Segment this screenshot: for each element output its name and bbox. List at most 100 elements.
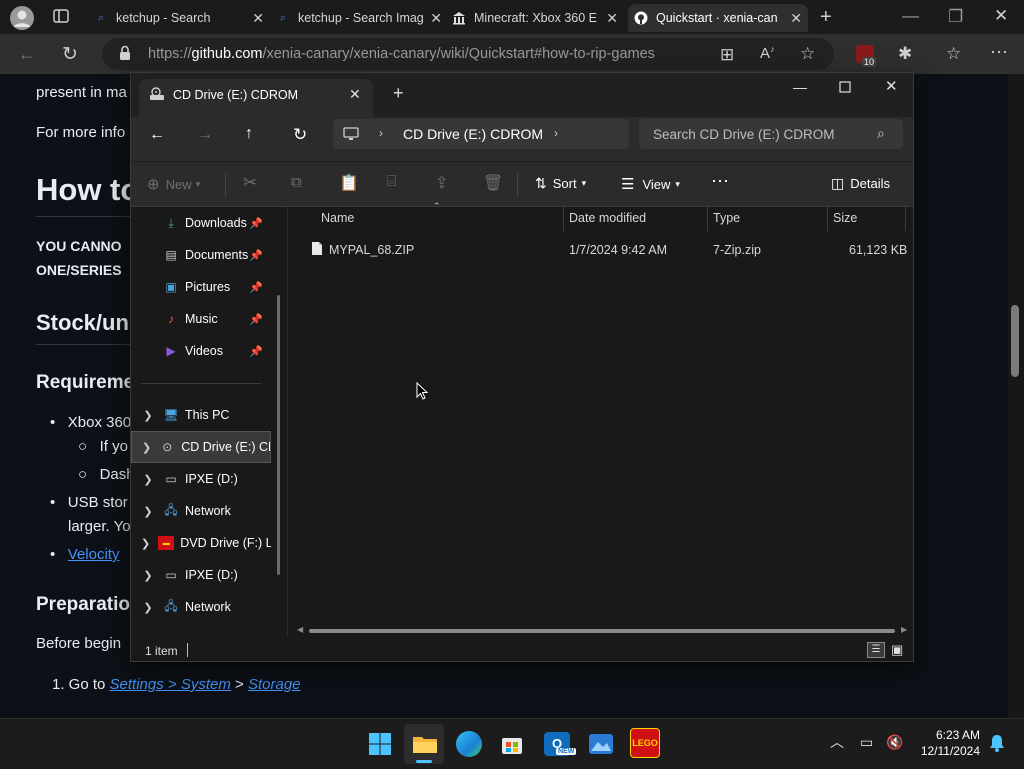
storage-link[interactable]: Storage (248, 676, 301, 693)
new-button[interactable]: ⊕ New ▾ (147, 175, 200, 193)
chevron-right-icon[interactable]: ❯ (141, 409, 155, 422)
nav-item-this-pc[interactable]: ❯ 🖥 This PC (131, 399, 271, 431)
lego-app-icon[interactable]: LEGO (630, 728, 660, 758)
nav-item-music[interactable]: ♪ Music 📌 (131, 303, 271, 335)
nav-item-downloads[interactable]: ⤓ Downloads 📌 (131, 207, 271, 239)
search-icon[interactable]: ⌕ (877, 125, 885, 142)
nav-item-documents[interactable]: ▤ Documents 📌 (131, 239, 271, 271)
nav-pane-scrollbar[interactable] (277, 295, 280, 575)
chevron-right-icon[interactable]: ❯ (141, 505, 155, 518)
nav-item-videos[interactable]: ▶ Videos 📌 (131, 335, 271, 367)
close-icon[interactable]: ✕ (600, 10, 624, 27)
favorites-icon[interactable]: ☆ (946, 44, 961, 64)
pin-icon[interactable]: 📌 (249, 281, 263, 294)
breadcrumb-current[interactable]: CD Drive (E:) CDROM (403, 126, 543, 142)
nav-item-cd-drive[interactable]: ❯ ⊙ CD Drive (E:) CDROM (131, 431, 271, 463)
nav-item-network[interactable]: ❯ 🖧 Network (131, 495, 271, 527)
minimize-button[interactable]: — (793, 79, 807, 95)
new-tab-button[interactable]: + (393, 83, 404, 104)
pen-menu-icon[interactable]: ▭ (860, 734, 873, 751)
delete-icon[interactable]: 🗑 (483, 173, 503, 193)
column-header-type[interactable]: Type (713, 211, 740, 225)
view-button[interactable]: ☰ View ▾ (621, 175, 680, 193)
close-window-button[interactable]: ✕ (885, 77, 898, 95)
read-aloud-icon[interactable]: A♪ (760, 44, 775, 62)
column-separator[interactable] (563, 205, 564, 231)
rename-icon[interactable]: ⌸ (387, 173, 397, 191)
volume-muted-icon[interactable]: 🔇 (886, 734, 903, 751)
forward-arrow-icon[interactable]: → (197, 126, 213, 144)
chevron-right-icon[interactable]: ❯ (141, 537, 150, 550)
refresh-icon[interactable]: ↻ (293, 125, 307, 145)
chevron-right-icon[interactable]: ❯ (141, 569, 155, 582)
pane-divider[interactable] (287, 207, 288, 637)
clock-time[interactable]: 6:23 AM (912, 728, 980, 742)
velocity-link[interactable]: Velocity (68, 546, 120, 563)
column-separator[interactable] (707, 205, 708, 231)
chevron-right-icon[interactable]: ❯ (141, 473, 155, 486)
store-icon[interactable] (500, 732, 524, 761)
pin-icon[interactable]: 📌 (249, 313, 263, 326)
cut-icon[interactable]: ✂ (243, 173, 257, 193)
close-window-button[interactable]: ✕ (994, 6, 1008, 26)
details-view-icon[interactable]: ☰ (867, 642, 885, 658)
nav-item-ipxe[interactable]: ❯ ▭ IPXE (D:) (131, 463, 271, 495)
scroll-left-icon[interactable]: ◀ (297, 625, 303, 634)
favorite-star-icon[interactable]: ☆ (800, 44, 815, 64)
nav-item-network[interactable]: ❯ 🖧 Network (131, 591, 271, 623)
column-separator[interactable] (827, 205, 828, 231)
chevron-right-icon[interactable]: › (379, 126, 383, 140)
minimize-button[interactable]: — (902, 6, 919, 26)
sort-button[interactable]: ⇅ Sort ▾ (535, 175, 586, 192)
more-options-icon[interactable]: ⋯ (711, 171, 729, 192)
browser-tab-active[interactable]: Quickstart · xenia-can ✕ (628, 4, 808, 32)
file-name[interactable]: MYPAL_68.ZIP (329, 243, 414, 257)
details-button[interactable]: ◫ Details (831, 175, 890, 192)
column-header-name[interactable]: Name (321, 211, 354, 225)
profile-avatar[interactable] (10, 6, 34, 30)
refresh-icon[interactable]: ↻ (62, 43, 78, 66)
paste-icon[interactable]: 📋 (339, 173, 359, 193)
large-icons-view-icon[interactable]: ▣ (891, 642, 903, 658)
clock-date[interactable]: 12/11/2024 (906, 744, 980, 758)
chevron-right-icon[interactable]: ❯ (142, 441, 151, 454)
back-arrow-icon[interactable]: ← (149, 126, 165, 144)
tab-actions-icon[interactable] (52, 7, 70, 30)
horizontal-scrollbar-thumb[interactable] (309, 629, 895, 633)
settings-system-link[interactable]: Settings > System (110, 676, 231, 693)
nav-item-pictures[interactable]: ▣ Pictures 📌 (131, 271, 271, 303)
back-icon[interactable]: ← (18, 44, 36, 65)
photos-icon[interactable] (588, 733, 614, 760)
close-icon[interactable]: ✕ (424, 10, 448, 27)
browser-tab[interactable]: ⌕ ketchup - Search ✕ (94, 4, 270, 32)
close-icon[interactable]: ✕ (784, 10, 808, 27)
close-icon[interactable]: ✕ (246, 10, 270, 27)
browser-tab[interactable]: Minecraft: Xbox 360 E ✕ (452, 4, 624, 32)
close-tab-icon[interactable]: ✕ (349, 86, 361, 103)
pin-icon[interactable]: 📌 (249, 249, 263, 262)
pin-icon[interactable]: 📌 (249, 345, 263, 358)
browser-tab[interactable]: ⌕ ketchup - Search Imag ✕ (276, 4, 448, 32)
column-header-date[interactable]: Date modified (569, 211, 646, 225)
maximize-button[interactable] (839, 77, 851, 98)
app-available-icon[interactable]: ⊞ (720, 45, 734, 65)
notification-bell-icon[interactable] (988, 733, 1006, 758)
chevron-right-icon[interactable]: › (554, 126, 558, 140)
show-hidden-icons-chevron[interactable]: ︿ (830, 732, 844, 752)
share-icon[interactable]: ⇪ (435, 173, 448, 193)
page-scrollbar-thumb[interactable] (1011, 305, 1019, 377)
extensions-puzzle-icon[interactable]: ✱ (898, 44, 912, 64)
nav-item-dvd-drive[interactable]: ❯ ▬ DVD Drive (F:) LEGO (131, 527, 271, 559)
new-tab-button[interactable]: + (820, 6, 832, 29)
column-separator[interactable] (905, 205, 906, 231)
pin-icon[interactable]: 📌 (249, 217, 263, 230)
page-scrollbar[interactable] (1008, 74, 1024, 718)
edge-icon[interactable] (456, 731, 482, 757)
restore-button[interactable]: ❐ (948, 7, 963, 27)
more-menu-icon[interactable]: ⋯ (990, 42, 1008, 63)
windows-start-icon[interactable] (368, 732, 392, 761)
scroll-right-icon[interactable]: ▶ (901, 625, 907, 634)
column-header-size[interactable]: Size (833, 211, 857, 225)
chevron-right-icon[interactable]: ❯ (141, 601, 155, 614)
up-arrow-icon[interactable]: ↑ (245, 125, 253, 143)
